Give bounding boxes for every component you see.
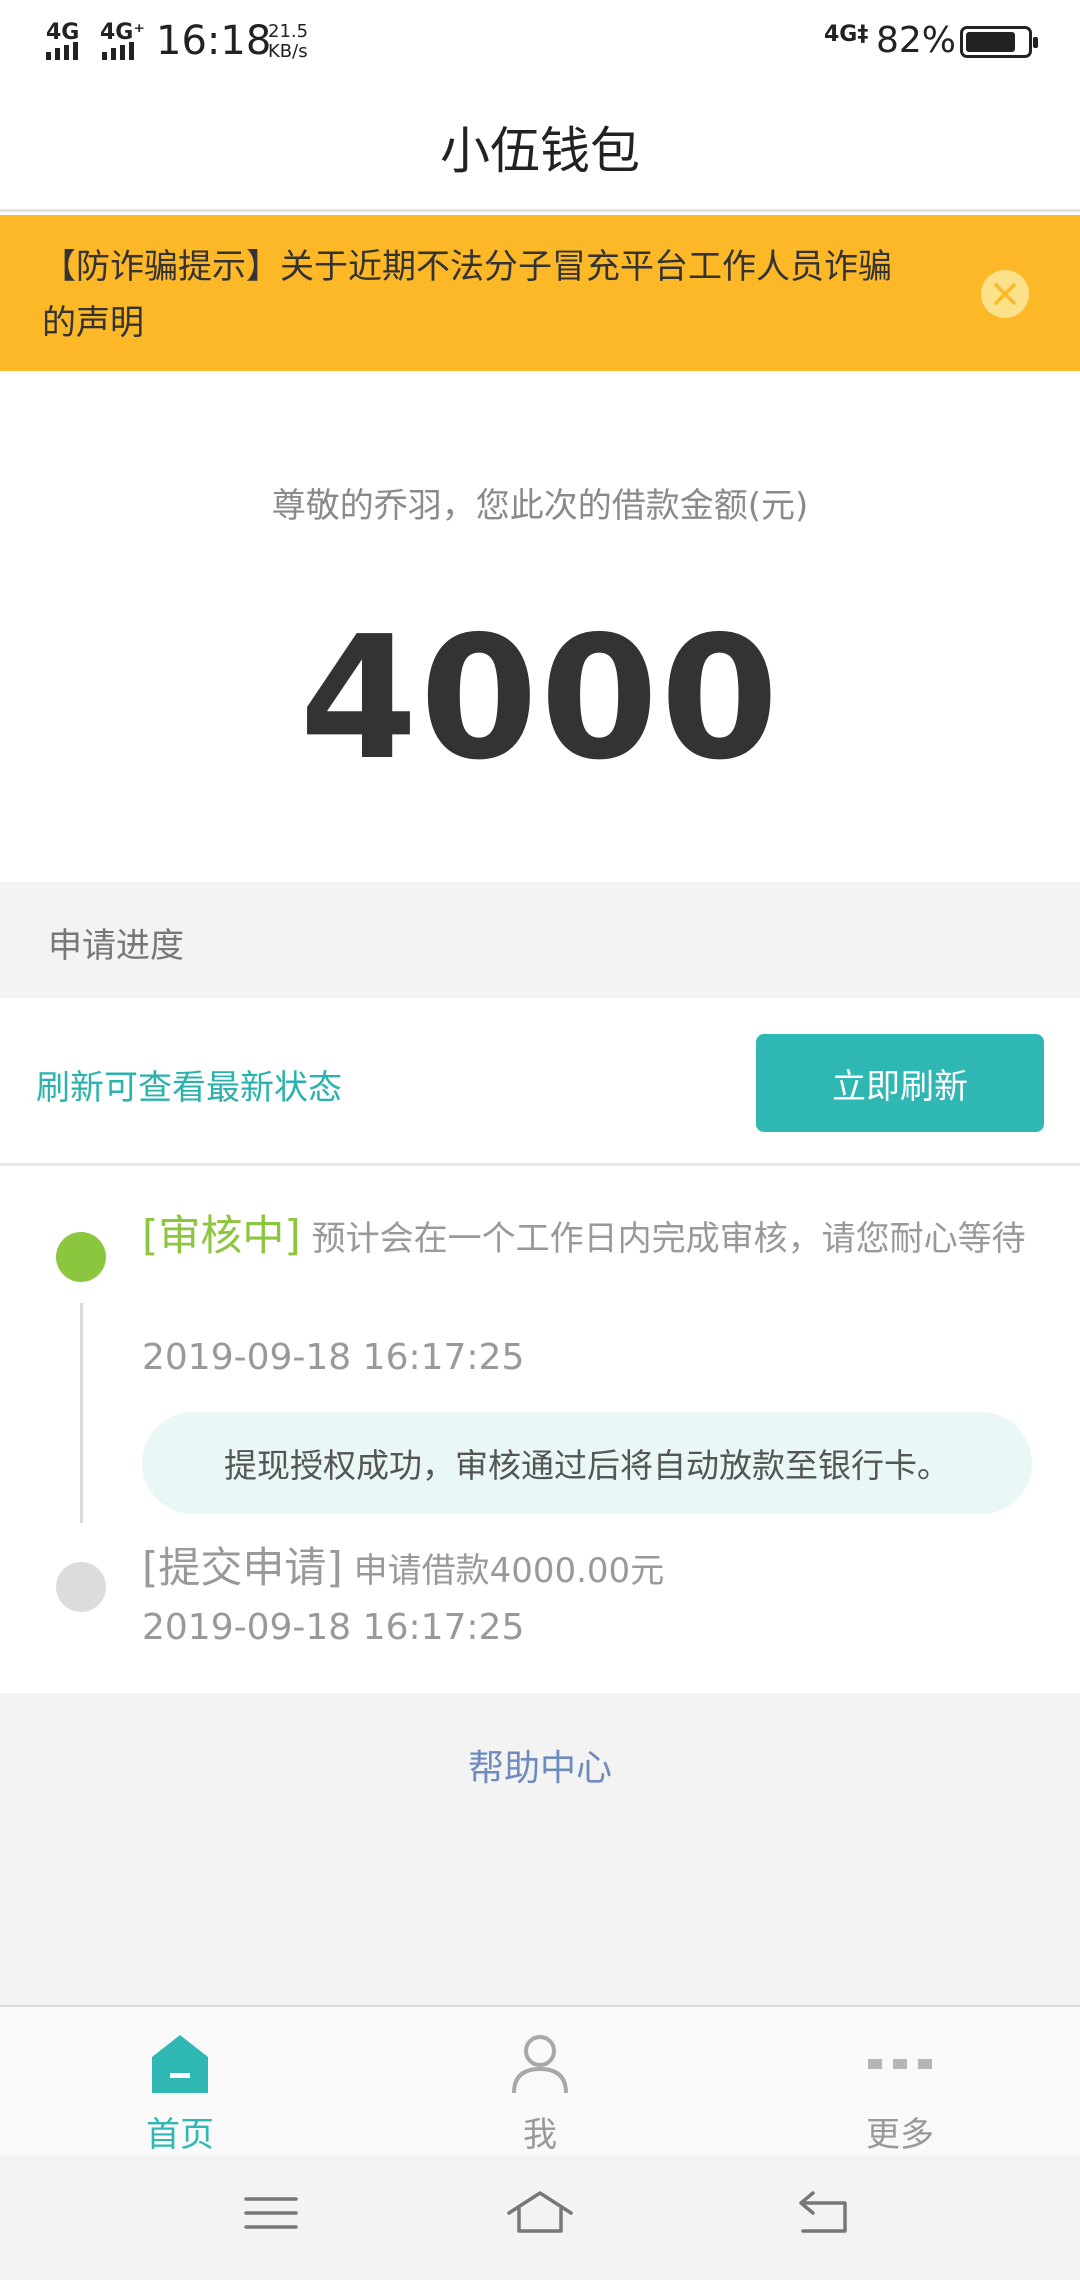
network-speed-value: 21.5 [268,21,309,42]
title-bar: 小伍钱包 [0,84,1080,212]
page-title: 小伍钱包 [440,121,640,180]
step-note: 提现授权成功，审核通过后将自动放款至银行卡。 [142,1412,1032,1514]
menu-icon[interactable] [236,2183,306,2243]
clock: 16:18 [156,18,272,64]
progress-timeline: [审核中] 预计会在一个工作日内完成审核，请您耐心等待 2019-09-18 1… [0,1169,1080,1693]
step-time: 2019-09-18 16:17:25 [142,1337,525,1378]
step-status: [提交申请] [142,1543,343,1592]
bottom-tab-bar: 首页 我 更多 [0,2005,1080,2155]
loan-amount-label: 尊敬的乔羽，您此次的借款金额(元) [271,486,809,526]
progress-section-title: 申请进度 [48,926,184,966]
timeline-step-submitted: [提交申请] 申请借款4000.00元 [142,1539,1042,1600]
home-nav-icon[interactable] [505,2183,575,2243]
tab-label: 更多 [866,2115,934,2155]
system-nav-bar [0,2155,1080,2280]
timeline-dot-inactive [56,1562,106,1612]
progress-section-header: 申请进度 [0,882,1080,998]
back-icon[interactable] [789,2183,859,2243]
timeline-dot-active [56,1232,106,1282]
tab-label: 我 [523,2115,557,2155]
person-icon [512,2035,568,2094]
help-area: 帮助中心 [0,1693,1080,2005]
tab-home[interactable]: 首页 [0,2007,360,2157]
more-icon [868,2059,932,2069]
home-icon [152,2035,208,2093]
notice-text[interactable]: 【防诈骗提示】关于近期不法分子冒充平台工作人员诈骗的声明 [42,239,922,351]
refresh-row: 刷新可查看最新状态 立即刷新 [0,998,1080,1166]
battery-level [966,32,1016,52]
refresh-hint: 刷新可查看最新状态 [36,1068,342,1108]
step-status: [审核中] [142,1211,301,1260]
tab-me[interactable]: 我 [360,2007,720,2157]
help-center-link[interactable]: 帮助中心 [0,1739,1080,1791]
tab-more[interactable]: 更多 [720,2007,1080,2157]
step-description: 申请借款4000.00元 [353,1551,665,1591]
signal-indicator-right: 4G‡ [824,22,869,47]
tab-label: 首页 [146,2115,214,2155]
timeline-connector [80,1303,83,1523]
signal-bars-icon [46,42,134,60]
network-speed-unit: KB/s [268,41,308,62]
refresh-button[interactable]: 立即刷新 [756,1034,1044,1132]
loan-amount: 4000 [299,600,781,798]
network-speed: 21.5 KB/s [268,22,308,62]
status-bar: 4G 4G⁺ 16:18 21.5 KB/s 4G‡ 82% [0,0,1080,84]
step-time: 2019-09-18 16:17:25 [142,1607,525,1648]
close-icon[interactable] [981,270,1029,318]
fraud-notice-banner[interactable]: 【防诈骗提示】关于近期不法分子冒充平台工作人员诈骗的声明 [0,215,1080,371]
battery-icon [960,26,1038,58]
timeline-step-reviewing: [审核中] 预计会在一个工作日内完成审核，请您耐心等待 [142,1207,1042,1268]
battery-percent: 82% [876,20,957,61]
step-description: 预计会在一个工作日内完成审核，请您耐心等待 [311,1219,1026,1259]
